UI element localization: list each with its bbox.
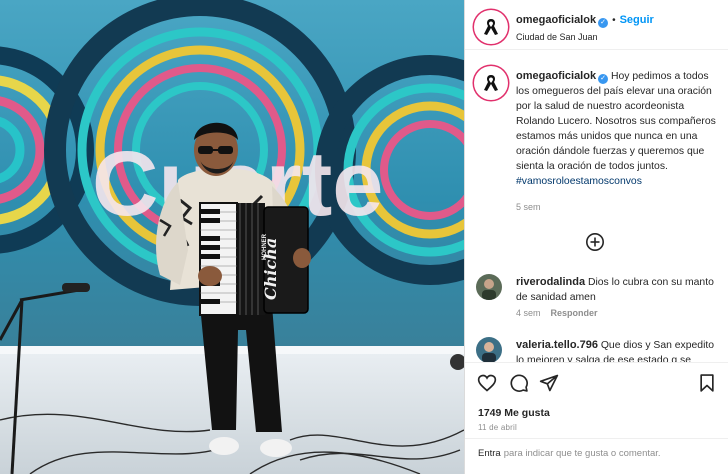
post-caption: omegaoficialok ✓ Hoy pedimos a todos los …	[516, 69, 720, 189]
login-prompt-text: Entra para indicar que te gusta o comenta…	[478, 448, 661, 459]
post-photo[interactable]: Cuarte	[0, 0, 464, 474]
likes-count[interactable]: 1749 Me gusta	[478, 407, 550, 419]
post-header: omegaoficialok ✓ • Seguir Ciudad de San Jua…	[465, 0, 728, 50]
comment-body: riverodalinda Dios lo cubra con su manto…	[516, 275, 721, 305]
location-link[interactable]: Ciudad de San Juan	[516, 32, 598, 42]
bookmark-icon[interactable]	[697, 373, 717, 393]
login-link[interactable]: Entra	[478, 448, 501, 459]
accordion: Chicha HOHNER	[198, 202, 311, 316]
header-user-line: omegaoficialok ✓ • Seguir	[516, 14, 654, 28]
commenter-avatar[interactable]	[476, 274, 502, 300]
comment-time: 4 sem	[516, 308, 541, 318]
caption-hashtag[interactable]: #vamosroloestamosconvos	[516, 176, 642, 187]
comment-icon[interactable]	[509, 373, 529, 393]
instagram-post: Cuarte	[0, 0, 728, 474]
follow-button[interactable]: Seguir	[620, 14, 654, 26]
heart-icon[interactable]	[477, 373, 497, 393]
commenter-username[interactable]: riverodalinda	[516, 276, 585, 288]
black-ribbon-icon	[484, 75, 498, 91]
caption-username[interactable]: omegaoficialok	[516, 70, 596, 82]
photo-scene: Cuarte	[0, 0, 464, 474]
verified-badge-icon: ✓	[598, 74, 609, 84]
verified-badge-icon: ✓	[598, 18, 609, 28]
share-icon[interactable]	[539, 373, 559, 393]
post-actions: 1749 Me gusta 11 de abril Entra para indi…	[465, 362, 728, 466]
comment-meta: 4 sem Responder	[516, 308, 598, 318]
login-prompt: Entra para indicar que te gusta o comenta…	[465, 438, 728, 467]
black-ribbon-icon	[484, 19, 498, 35]
comment-body: valeria.tello.796 Que dios y San expedit…	[516, 338, 721, 362]
comments-list[interactable]: riverodalinda Dios lo cubra con su manto…	[465, 262, 728, 362]
avatar-photo	[476, 274, 502, 300]
accordion-maker-text: HOHNER	[262, 233, 268, 260]
post-date[interactable]: 11 de abril	[478, 423, 517, 432]
header-username[interactable]: omegaoficialok	[516, 14, 596, 26]
header-separator: •	[612, 15, 616, 26]
profile-avatar[interactable]	[476, 12, 506, 42]
reply-button[interactable]: Responder	[551, 308, 598, 318]
caption-avatar[interactable]	[476, 68, 506, 98]
post-sidebar: omegaoficialok ✓ • Seguir Ciudad de San Jua…	[464, 0, 728, 474]
plus-circle-icon[interactable]	[585, 232, 605, 252]
commenter-username[interactable]: valeria.tello.796	[516, 339, 598, 351]
commenter-avatar[interactable]	[476, 337, 502, 362]
caption-time: 5 sem	[516, 202, 541, 212]
login-prompt-suffix: para indicar que te gusta o comentar.	[503, 448, 661, 459]
caption-text: Hoy pedimos a todos los omegueros del pa…	[516, 71, 716, 172]
avatar-photo	[476, 337, 502, 362]
